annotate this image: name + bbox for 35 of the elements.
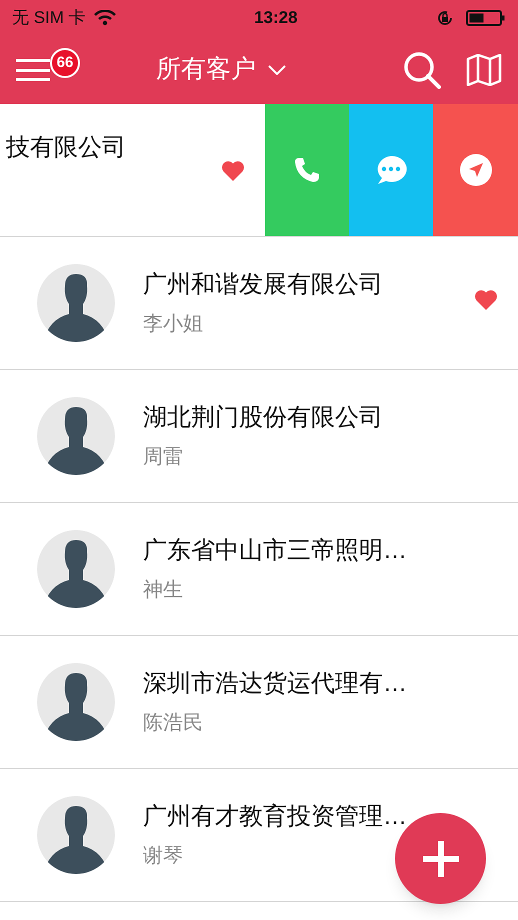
phone-icon xyxy=(293,156,321,184)
avatar-icon xyxy=(37,397,115,475)
contact-name: 陈浩民 xyxy=(143,711,204,736)
avatar-icon xyxy=(37,663,115,741)
menu-button[interactable]: 66 xyxy=(16,48,80,92)
plus-icon xyxy=(422,840,458,876)
customer-row[interactable]: 广东省中山市三帝照明… 神生 xyxy=(0,503,518,636)
map-icon[interactable] xyxy=(466,54,502,86)
rotation-lock-icon xyxy=(436,9,454,27)
battery-icon xyxy=(466,9,506,27)
customer-name: 广州有才教育投资管理… xyxy=(143,802,408,832)
avatar-icon xyxy=(37,530,115,608)
customer-name: 广州和谐发展有限公司 xyxy=(143,270,384,300)
customer-row[interactable]: 广州和谐发展有限公司 李小姐 xyxy=(0,237,518,370)
customer-name: 广东省中山市三帝照明… xyxy=(143,536,408,566)
filter-dropdown[interactable]: 所有客户 xyxy=(156,51,286,89)
notification-badge: 66 xyxy=(50,48,80,78)
contact-name: 谢琴 xyxy=(143,844,184,869)
customer-name: 湖北荆门股份有限公司 xyxy=(143,403,384,433)
contact-name: 周雷 xyxy=(143,445,184,470)
chevron-down-icon xyxy=(268,65,286,75)
contact-name: 李小姐 xyxy=(143,312,204,337)
wifi-icon xyxy=(94,10,116,26)
menu-icon xyxy=(16,58,50,82)
avatar-icon xyxy=(37,264,115,342)
customer-name: 深圳市浩达货运代理有… xyxy=(143,669,408,699)
status-time: 13:28 xyxy=(254,7,298,30)
search-icon[interactable] xyxy=(402,50,442,90)
customer-name: 技有限公司 xyxy=(6,133,126,163)
customer-row[interactable]: 湖北荆门股份有限公司 周雷 xyxy=(0,370,518,503)
carrier-text: 无 SIM 卡 xyxy=(12,7,86,30)
customer-row[interactable]: 深圳市浩达货运代理有… 陈浩民 xyxy=(0,636,518,769)
contact-name: 神生 xyxy=(143,578,184,603)
avatar-icon xyxy=(37,796,115,874)
navigate-button[interactable] xyxy=(433,104,518,236)
